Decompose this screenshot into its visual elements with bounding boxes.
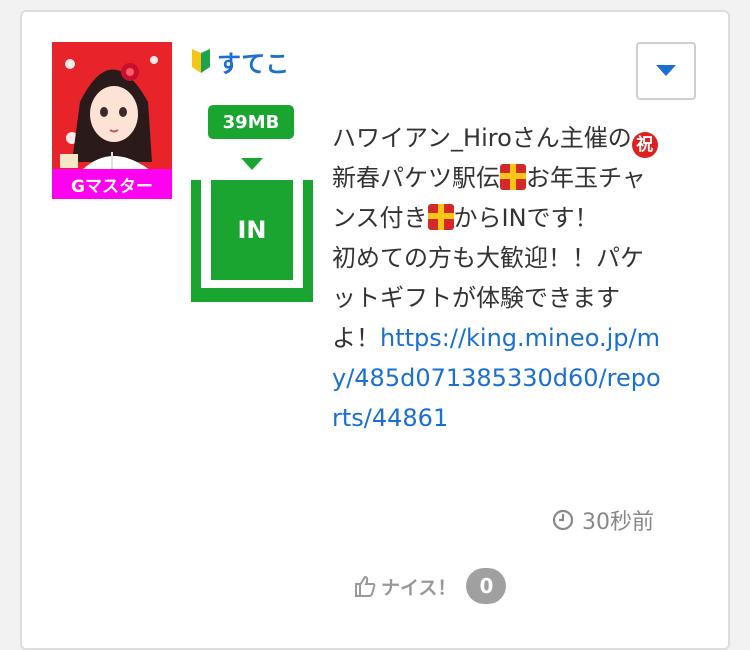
gift-icon (500, 164, 526, 190)
nice-count-badge: 0 (466, 568, 507, 604)
report-link[interactable]: https://king.mineo.jp/my/485d071385330d6… (332, 324, 661, 432)
post-menu-button[interactable] (636, 42, 696, 100)
message-text-4: からINです！ (453, 204, 599, 232)
post-message: ハワイアン_Hiroさん主催の 祝新春パケツ駅伝 お年玉チャンス付き からINです！ … (332, 118, 667, 438)
caret-down-icon (656, 65, 676, 76)
message-text-1: ハワイアン_Hiroさん主催の (332, 124, 632, 152)
data-size-badge: 39MB (208, 105, 294, 139)
user-row: すてこ (190, 44, 289, 78)
message-text-2: 新春パケツ駅伝 (332, 164, 500, 192)
iwai-emoji-icon: 祝 (631, 132, 658, 158)
gift-icon (427, 204, 454, 230)
nice-label: ナイス！ (381, 576, 457, 599)
size-pointer-arrow (241, 158, 263, 170)
clock-icon (552, 509, 574, 531)
nice-button[interactable]: ナイス！ 0 (353, 568, 507, 604)
timestamp-text: 30秒前 (582, 510, 654, 535)
username-link[interactable]: すてこ (217, 44, 289, 79)
rank-badge: Gマスター (52, 169, 172, 199)
beginner-mark-icon (192, 49, 210, 73)
thumbs-up-icon (355, 575, 376, 597)
in-indicator: IN (191, 180, 313, 302)
post-timestamp: 30秒前 (552, 505, 654, 535)
in-label: IN (211, 180, 293, 280)
user-avatar[interactable]: Gマスター (52, 42, 172, 199)
